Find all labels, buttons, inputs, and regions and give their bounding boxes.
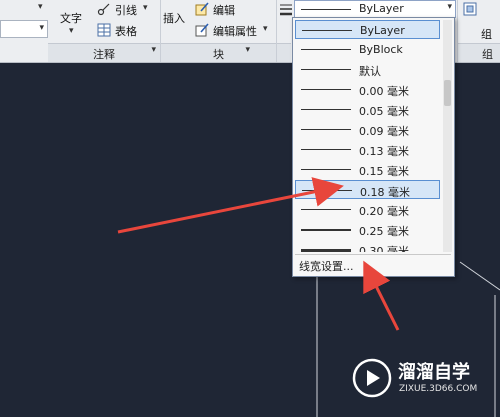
watermark-brand: 溜溜自学 bbox=[398, 362, 470, 383]
watermark-url: ZIXUE.3D66.COM bbox=[399, 384, 478, 394]
arrow-to-settings bbox=[363, 260, 400, 331]
arrow-to-018 bbox=[117, 177, 344, 234]
watermark: 溜溜自学 ZIXUE.3D66.COM bbox=[350, 352, 480, 408]
play-logo-icon bbox=[352, 358, 392, 398]
